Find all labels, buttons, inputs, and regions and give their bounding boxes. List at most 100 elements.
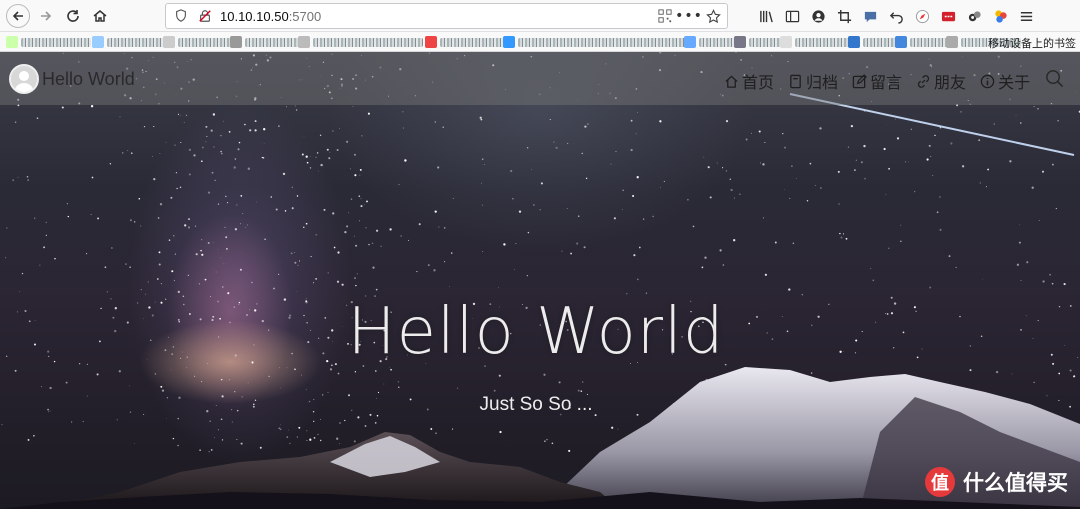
site-avatar[interactable] [9, 64, 39, 94]
bookmark-item[interactable] [163, 35, 233, 49]
bookmark-item[interactable] [425, 35, 510, 49]
bookmark-item[interactable] [780, 35, 850, 49]
undo-icon[interactable] [885, 5, 907, 27]
qr-code-icon[interactable] [655, 7, 675, 25]
star [134, 443, 135, 444]
star [222, 286, 224, 288]
star [544, 440, 546, 442]
reload-button[interactable] [62, 5, 84, 27]
star [703, 156, 705, 158]
insecure-connection-icon[interactable] [196, 7, 214, 25]
page-actions-icon[interactable]: ••• [675, 7, 702, 25]
star [621, 209, 623, 211]
star [549, 119, 551, 120]
star [842, 233, 845, 235]
star [543, 373, 546, 376]
nav-item-guestbook[interactable]: 留言 [852, 69, 902, 93]
bookmark-item[interactable] [895, 35, 950, 49]
gear-pair-extension-icon[interactable] [963, 5, 985, 27]
star [934, 134, 936, 137]
star [568, 449, 571, 452]
star [1016, 263, 1020, 266]
star [498, 287, 499, 288]
bookmark-item[interactable] [848, 35, 898, 49]
bookmark-item[interactable] [503, 35, 688, 49]
star [242, 213, 244, 214]
library-icon[interactable] [755, 5, 777, 27]
star [193, 154, 196, 157]
red-extension-icon[interactable] [937, 5, 959, 27]
compass-extension-icon[interactable] [911, 5, 933, 27]
tracking-shield-icon[interactable] [172, 7, 190, 25]
star [104, 266, 107, 269]
star [294, 105, 296, 107]
account-icon[interactable] [807, 5, 829, 27]
star [995, 370, 999, 374]
home-button[interactable] [89, 5, 111, 27]
star [633, 254, 636, 257]
star [199, 449, 201, 451]
star [955, 266, 957, 268]
nav-item-archive[interactable]: 归档 [788, 69, 838, 93]
screenshot-crop-icon[interactable] [833, 5, 855, 27]
star [863, 144, 866, 148]
sidebar-icon[interactable] [781, 5, 803, 27]
star [872, 279, 875, 282]
star [539, 209, 541, 211]
nav-item-about[interactable]: 关于 [980, 69, 1030, 93]
bookmark-star-icon[interactable] [703, 7, 723, 25]
star [792, 242, 795, 245]
bookmark-item[interactable] [298, 35, 423, 49]
nav-item-home[interactable]: 首页 [724, 69, 774, 93]
back-button[interactable] [6, 3, 30, 28]
star [632, 195, 635, 197]
star [493, 389, 496, 392]
star [173, 235, 175, 237]
bookmark-item[interactable] [684, 35, 739, 49]
mobile-bookmarks-folder[interactable]: 移动设备上的书签 [988, 35, 1076, 51]
star [217, 203, 220, 205]
star [220, 378, 223, 381]
chat-bubble-icon[interactable] [859, 5, 881, 27]
url-text[interactable]: 10.10.10.50:5700 [220, 9, 321, 24]
star [221, 153, 223, 155]
star [205, 125, 208, 128]
star [201, 146, 204, 149]
star [333, 246, 336, 249]
star [584, 125, 587, 128]
star [254, 129, 257, 132]
star [177, 417, 179, 420]
star [244, 123, 246, 126]
star [372, 266, 375, 269]
bookmark-favicon-icon [503, 36, 515, 48]
star [553, 141, 555, 143]
star [65, 381, 68, 384]
star [615, 151, 617, 153]
star [221, 439, 224, 441]
bookmark-item[interactable] [92, 35, 167, 49]
star [82, 420, 84, 423]
menu-icon[interactable] [1015, 5, 1037, 27]
star [883, 147, 886, 151]
nav-item-friends[interactable]: 朋友 [916, 69, 966, 93]
bookmark-item[interactable] [734, 35, 784, 49]
star [275, 208, 278, 211]
search-icon[interactable] [1045, 69, 1064, 88]
star [820, 187, 822, 189]
star [346, 140, 349, 143]
star [839, 232, 841, 235]
star [237, 148, 240, 151]
star [433, 269, 436, 272]
nav-item-label: 归档 [806, 73, 839, 92]
address-bar[interactable]: 10.10.10.50:5700 ••• [165, 3, 728, 29]
star [227, 202, 229, 204]
bookmark-item[interactable] [230, 35, 300, 49]
forward-button[interactable] [35, 5, 57, 27]
star [336, 280, 340, 283]
colorful-extension-icon[interactable] [989, 5, 1011, 27]
site-name[interactable]: Hello World [42, 69, 135, 90]
star [185, 114, 188, 116]
bookmark-item[interactable] [6, 35, 91, 49]
star [66, 203, 69, 205]
bookmark-favicon-icon [848, 36, 860, 48]
